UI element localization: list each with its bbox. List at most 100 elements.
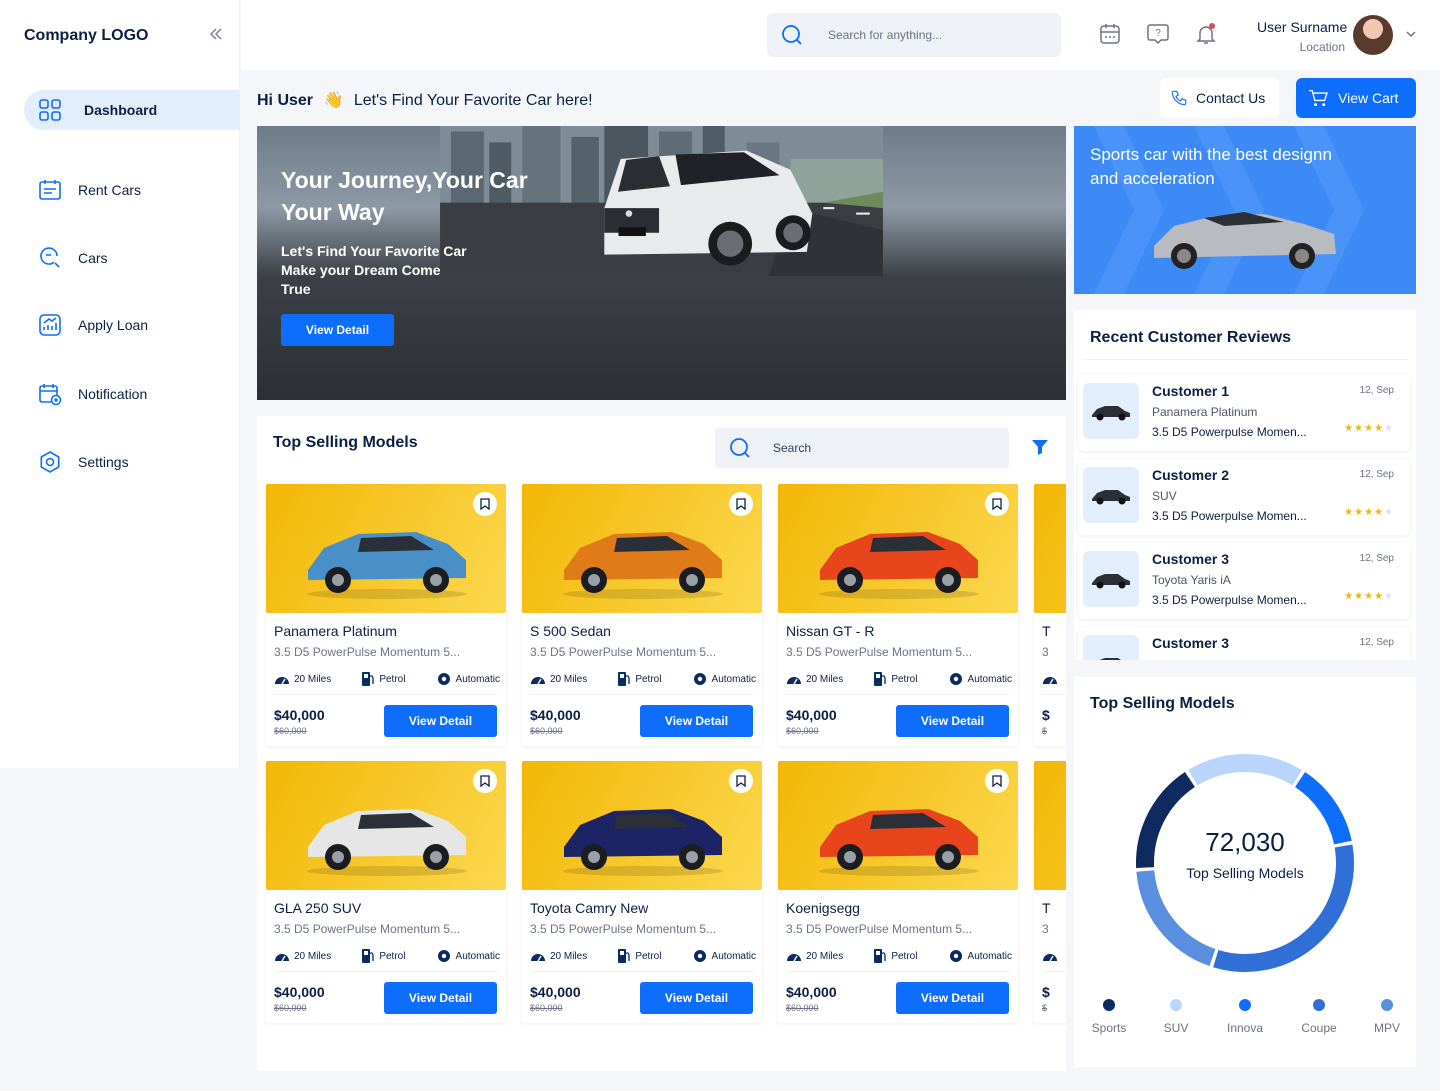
donut-segment-suv[interactable] (1188, 754, 1302, 786)
models-search-input[interactable]: Search (715, 428, 1009, 468)
spec-mileage-value: 20 Miles (294, 673, 332, 685)
car-name: T (1042, 900, 1051, 916)
spec-transmission: Automatic (436, 670, 500, 688)
sidebar-item-settings[interactable]: Settings (24, 442, 240, 482)
fuel-icon (362, 949, 374, 963)
view-cart-label: View Cart (1338, 90, 1399, 106)
review-car-model: Toyota Yaris iA (1152, 573, 1231, 587)
donut-center-label: Top Selling Models (1186, 865, 1304, 881)
view-detail-button[interactable]: View Detail (896, 705, 1009, 737)
chart-growth-icon (38, 313, 62, 337)
review-date: 12, Sep (1359, 469, 1394, 480)
view-detail-button[interactable]: View Detail (384, 982, 497, 1014)
spec-mileage: 20 Miles (274, 947, 331, 965)
view-detail-button[interactable]: View Detail (640, 982, 753, 1014)
view-detail-button[interactable]: View Detail (896, 982, 1009, 1014)
view-cart-button[interactable]: View Cart (1296, 78, 1416, 118)
spec-transmission-value: Automatic (455, 673, 500, 685)
chart-legend: Sports SUV Innova Coupe MPV (1074, 999, 1416, 1039)
bookmark-icon[interactable] (729, 769, 753, 793)
review-customer-name: Customer 2 (1152, 467, 1230, 483)
filter-icon[interactable] (1031, 438, 1049, 456)
avatar[interactable] (1353, 15, 1393, 55)
spec-mileage-value: 20 Miles (294, 950, 332, 962)
car-price: $ (1042, 984, 1050, 1000)
spec-transmission-value: Automatic (711, 950, 756, 962)
view-detail-button[interactable]: View Detail (640, 705, 753, 737)
divider (530, 971, 754, 972)
bell-icon[interactable] (1194, 22, 1218, 46)
dashboard-icon (38, 98, 62, 122)
review-text: 3.5 D5 Powerpulse Momen... (1152, 425, 1307, 439)
global-search-input[interactable]: Search for anything... (767, 13, 1061, 57)
car-card[interactable]: S 500 Sedan 3.5 D5 PowerPulse Momentum 5… (522, 484, 762, 746)
car-card[interactable]: GLA 250 SUV 3.5 D5 PowerPulse Momentum 5… (266, 761, 506, 1023)
car-specs (1042, 670, 1066, 688)
calendar-edit-icon (38, 178, 62, 202)
phone-icon (1171, 90, 1187, 106)
donut-total-value: 72,030 (1205, 827, 1285, 857)
donut-segment-mpv[interactable] (1136, 870, 1216, 967)
legend-dot (1103, 999, 1115, 1011)
spec-transmission: Automatic (948, 947, 1012, 965)
review-rating: ★★★★★ (1344, 423, 1394, 434)
search-placeholder: Search for anything... (828, 28, 943, 42)
donut-segment-coupe[interactable] (1213, 844, 1354, 972)
sidebar-item-cars[interactable]: Cars (24, 238, 240, 278)
review-rating: ★★★★★ (1344, 507, 1394, 518)
spec-transmission-value: Automatic (711, 673, 756, 685)
speedometer-icon (787, 677, 801, 685)
car-image (778, 484, 1018, 613)
gear-icon (437, 950, 450, 962)
car-card[interactable]: T 3 $ $ (1034, 761, 1066, 1023)
speedometer-icon (787, 954, 801, 962)
sidebar-item-rent-cars[interactable]: Rent Cars (24, 170, 240, 210)
spec-mileage: 20 Miles (786, 947, 843, 965)
car-specs: 20 Miles Petrol Automatic (786, 670, 1012, 688)
help-chat-icon[interactable]: ? (1146, 22, 1170, 46)
bookmark-icon[interactable] (473, 492, 497, 516)
bookmark-icon[interactable] (985, 492, 1009, 516)
car-card[interactable]: T 3 $ $ (1034, 484, 1066, 746)
sidebar: Company LOGO Dashboard Rent Cars Cars Ap… (0, 0, 240, 768)
car-card[interactable]: Toyota Camry New 3.5 D5 PowerPulse Momen… (522, 761, 762, 1023)
review-date: 12, Sep (1359, 553, 1394, 564)
review-item[interactable]: Customer 3 12, Sep (1078, 627, 1410, 660)
search-icon (782, 25, 802, 45)
reviews-title: Recent Customer Reviews (1090, 329, 1291, 346)
promo-banner[interactable]: Sports car with the best designn and acc… (1074, 126, 1416, 294)
car-card[interactable]: Nissan GT - R 3.5 D5 PowerPulse Momentum… (778, 484, 1018, 746)
view-detail-button[interactable]: View Detail (384, 705, 497, 737)
car-card[interactable]: Panamera Platinum 3.5 D5 PowerPulse Mome… (266, 484, 506, 746)
review-customer-name: Customer 1 (1152, 383, 1230, 399)
hero-view-detail-button[interactable]: View Detail (281, 314, 394, 346)
panel-title: Top Selling Models (273, 434, 418, 451)
divider (1042, 971, 1066, 972)
user-location: Location (1299, 40, 1345, 54)
car-card[interactable]: Koenigsegg 3.5 D5 PowerPulse Momentum 5.… (778, 761, 1018, 1023)
review-item[interactable]: Customer 3 12, Sep Toyota Yaris iA 3.5 D… (1078, 543, 1410, 619)
car-illustration (563, 532, 723, 599)
settings-icon (38, 450, 62, 474)
sidebar-item-notification[interactable]: Notification (24, 374, 240, 414)
contact-us-button[interactable]: Contact Us (1160, 78, 1279, 118)
review-item[interactable]: Customer 2 12, Sep SUV 3.5 D5 Powerpulse… (1078, 459, 1410, 535)
collapse-sidebar-icon[interactable] (209, 25, 223, 46)
calendar-icon[interactable] (1098, 22, 1122, 46)
bookmark-icon[interactable] (473, 769, 497, 793)
review-item[interactable]: Customer 1 12, Sep Panamera Platinum 3.5… (1078, 375, 1410, 451)
car-name: Nissan GT - R (786, 623, 875, 639)
legend-item: Coupe (1289, 999, 1349, 1035)
chevron-down-icon[interactable] (1405, 28, 1417, 40)
car-illustration (819, 532, 979, 599)
car-specs: 20 Miles Petrol Automatic (274, 947, 500, 965)
spec-fuel: Petrol (361, 670, 405, 688)
sidebar-item-apply-loan[interactable]: Apply Loan (24, 305, 240, 345)
fuel-icon (618, 949, 630, 963)
bookmark-icon[interactable] (729, 492, 753, 516)
fuel-icon (362, 672, 374, 686)
sidebar-item-dashboard[interactable]: Dashboard (24, 90, 240, 130)
bookmark-icon[interactable] (985, 769, 1009, 793)
spec-fuel: Petrol (361, 947, 405, 965)
review-date: 12, Sep (1359, 637, 1394, 648)
